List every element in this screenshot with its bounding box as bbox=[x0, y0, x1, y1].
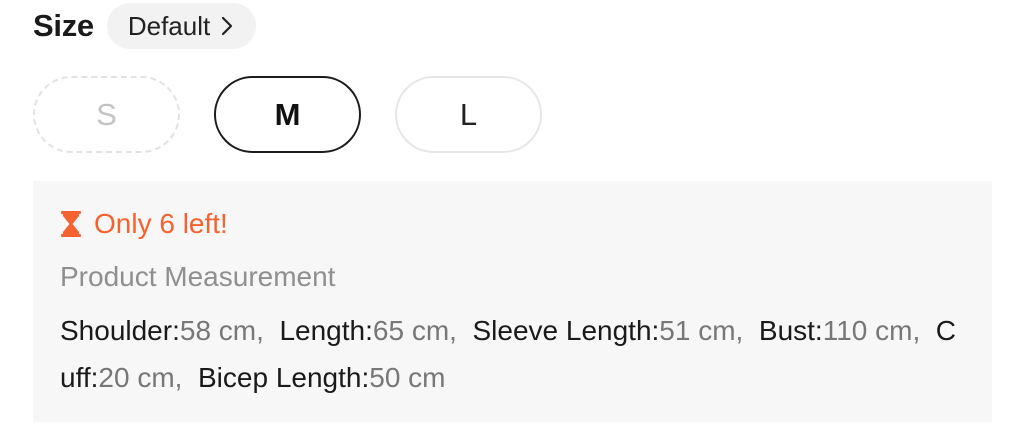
measurement-item: Shoulder:58 cm bbox=[60, 315, 256, 346]
size-option-s[interactable]: S bbox=[33, 76, 180, 153]
chevron-right-icon bbox=[220, 15, 234, 37]
size-option-m[interactable]: M bbox=[214, 76, 361, 153]
measurement-separator: , bbox=[256, 315, 280, 346]
measurement-separator: , bbox=[174, 362, 198, 393]
size-options: S M L bbox=[33, 76, 542, 153]
measurement-value: 51 cm bbox=[659, 315, 736, 346]
size-option-label: M bbox=[274, 96, 301, 132]
measurement-value: 65 cm bbox=[372, 315, 450, 346]
measurement-value: 58 cm bbox=[179, 315, 257, 346]
measurement-title: Product Measurement bbox=[60, 261, 336, 292]
size-system-label: Default bbox=[127, 10, 211, 41]
measurement-label: Sleeve Length: bbox=[472, 315, 660, 346]
measurement-item: Length:65 cm bbox=[279, 315, 449, 346]
hourglass-icon bbox=[61, 211, 81, 237]
measurement-label: Shoulder: bbox=[60, 315, 180, 346]
size-option-label: S bbox=[96, 96, 117, 132]
measurement-label: Length: bbox=[279, 315, 373, 346]
measurement-separator: , bbox=[735, 315, 759, 346]
size-info-panel: Only 6 left! Product Measurement Shoulde… bbox=[33, 181, 992, 422]
size-option-label: L bbox=[459, 96, 478, 132]
measurement-item: Bust:110 cm bbox=[759, 315, 913, 346]
measurement-label: Bust: bbox=[758, 315, 823, 346]
measurement-item: Sleeve Length:51 cm bbox=[472, 315, 735, 346]
measurement-list: Shoulder:58 cm, Length:65 cm, Sleeve Len… bbox=[60, 307, 968, 401]
measurement-value: 20 cm bbox=[98, 362, 175, 393]
measurement-item: Bicep Length:50 cm bbox=[198, 362, 446, 393]
size-header: Size Default bbox=[33, 2, 257, 50]
measurement-label: Bicep Length: bbox=[198, 362, 370, 393]
measurement-value: 50 cm bbox=[369, 362, 446, 393]
size-title: Size bbox=[33, 8, 94, 43]
stock-text: Only 6 left! bbox=[94, 208, 228, 239]
size-option-l[interactable]: L bbox=[395, 76, 542, 153]
stock-warning: Only 6 left! bbox=[60, 208, 228, 240]
measurement-separator: , bbox=[912, 315, 936, 346]
size-system-button[interactable]: Default bbox=[106, 3, 257, 49]
measurement-value: 110 cm bbox=[822, 315, 913, 346]
measurement-separator: , bbox=[449, 315, 473, 346]
